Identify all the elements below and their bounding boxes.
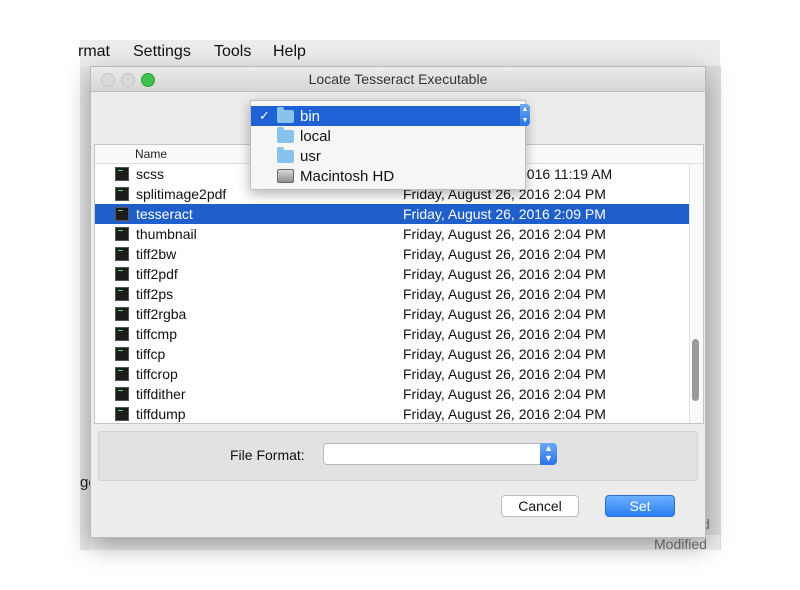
popup-arrows-icon[interactable]: ▲ ▼ — [520, 104, 530, 126]
file-name: tiffcp — [136, 346, 166, 362]
file-row-tiff2rgba[interactable]: tiff2rgba Friday, August 26, 2016 2:04 P… — [95, 304, 689, 324]
file-date: Friday, August 26, 2016 2:04 PM — [403, 346, 606, 362]
file-name: thumbnail — [136, 226, 197, 242]
folder-icon — [277, 127, 294, 143]
hard-drive-icon — [277, 169, 294, 183]
folder-icon — [277, 107, 294, 123]
file-name: tiffdump — [136, 406, 186, 422]
executable-icon — [115, 407, 129, 421]
file-row-tiff2bw[interactable]: tiff2bw Friday, August 26, 2016 2:04 PM — [95, 244, 689, 264]
file-name: tiffcrop — [136, 366, 178, 382]
file-date: Friday, August 26, 2016 2:04 PM — [403, 326, 606, 342]
select-arrows-icon[interactable]: ▲ ▼ — [540, 443, 557, 465]
executable-icon — [115, 387, 129, 401]
file-date: Friday, August 26, 2016 2:04 PM — [403, 286, 606, 302]
file-row-tiffcp[interactable]: tiffcp Friday, August 26, 2016 2:04 PM — [95, 344, 689, 364]
file-row-tiffcmp[interactable]: tiffcmp Friday, August 26, 2016 2:04 PM — [95, 324, 689, 344]
set-button[interactable]: Set — [605, 495, 675, 517]
file-date: Friday, August 26, 2016 2:04 PM — [403, 386, 606, 402]
folder-icon — [277, 147, 294, 163]
location-item-macintosh-hd[interactable]: Macintosh HD — [251, 166, 525, 186]
checkmark-icon: ✓ — [259, 108, 270, 123]
location-label: bin — [300, 108, 321, 125]
file-name: tesseract — [136, 206, 193, 222]
file-format-panel: File Format: ▲ ▼ — [98, 431, 698, 481]
file-date: 2016 11:19 AM — [519, 166, 613, 182]
file-date: Friday, August 26, 2016 2:04 PM — [403, 266, 606, 282]
executable-icon — [115, 167, 129, 181]
location-label: local — [300, 128, 331, 145]
file-name: tiffcmp — [136, 326, 177, 342]
menu-bar: rmat Settings Tools Help — [78, 40, 720, 66]
dialog-titlebar: Locate Tesseract Executable — [91, 67, 705, 92]
file-format-label: File Format: — [230, 447, 305, 463]
executable-icon — [115, 187, 129, 201]
file-name: tiff2rgba — [136, 306, 187, 322]
executable-icon — [115, 227, 129, 241]
file-name: tiffdither — [136, 386, 186, 402]
cancel-button[interactable]: Cancel — [501, 495, 579, 517]
file-row-tiffdump[interactable]: tiffdump Friday, August 26, 2016 2:04 PM — [95, 404, 689, 423]
location-popup-menu: ✓ bin local usr Macintosh HD — [250, 100, 526, 190]
executable-icon — [115, 247, 129, 261]
file-row-tiff2ps[interactable]: tiff2ps Friday, August 26, 2016 2:04 PM — [95, 284, 689, 304]
file-name: scss — [136, 166, 164, 182]
executable-icon — [115, 347, 129, 361]
executable-icon — [115, 267, 129, 281]
file-date: Friday, August 26, 2016 2:04 PM — [403, 246, 606, 262]
file-date: Friday, August 26, 2016 2:04 PM — [403, 406, 606, 422]
file-name: splitimage2pdf — [136, 186, 227, 202]
file-row-tiff2pdf[interactable]: tiff2pdf Friday, August 26, 2016 2:04 PM — [95, 264, 689, 284]
file-name: tiff2pdf — [136, 266, 178, 282]
background-modified-column: Modified — [654, 536, 707, 552]
file-date: Friday, August 26, 2016 2:04 PM — [403, 226, 606, 242]
menu-help[interactable]: Help — [273, 43, 306, 61]
executable-icon — [115, 327, 129, 341]
file-row-tesseract[interactable]: tesseract Friday, August 26, 2016 2:09 P… — [95, 204, 689, 224]
menu-settings[interactable]: Settings — [133, 43, 191, 61]
file-date: Friday, August 26, 2016 2:04 PM — [403, 306, 606, 322]
menu-format[interactable]: rmat — [78, 43, 110, 61]
executable-icon — [115, 367, 129, 381]
file-row-tiffdither[interactable]: tiffdither Friday, August 26, 2016 2:04 … — [95, 384, 689, 404]
menu-tools[interactable]: Tools — [214, 43, 251, 61]
executable-icon — [115, 207, 129, 221]
executable-icon — [115, 287, 129, 301]
file-format-select[interactable]: ▲ ▼ — [323, 443, 557, 465]
location-item-local[interactable]: local — [251, 126, 525, 146]
file-name: tiff2ps — [136, 286, 174, 302]
file-date: Friday, August 26, 2016 2:09 PM — [403, 206, 606, 222]
column-header-name[interactable]: Name — [135, 147, 167, 161]
location-item-bin[interactable]: ✓ bin — [251, 106, 525, 126]
file-name: tiff2bw — [136, 246, 177, 262]
scrollbar-thumb[interactable] — [692, 339, 699, 401]
file-row-thumbnail[interactable]: thumbnail Friday, August 26, 2016 2:04 P… — [95, 224, 689, 244]
executable-icon — [115, 307, 129, 321]
location-label: usr — [300, 148, 321, 165]
file-row-tiffcrop[interactable]: tiffcrop Friday, August 26, 2016 2:04 PM — [95, 364, 689, 384]
dialog-title: Locate Tesseract Executable — [308, 71, 488, 87]
location-item-usr[interactable]: usr — [251, 146, 525, 166]
location-label: Macintosh HD — [300, 168, 395, 185]
file-date: Friday, August 26, 2016 2:04 PM — [403, 366, 606, 382]
